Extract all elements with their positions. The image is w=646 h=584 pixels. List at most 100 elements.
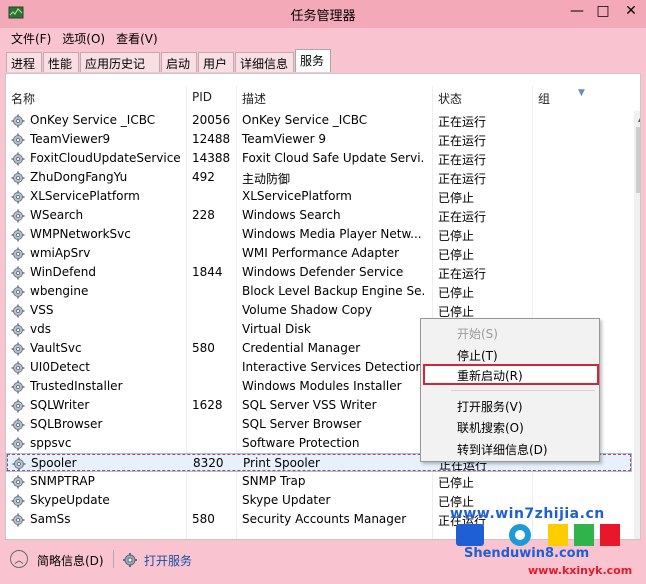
service-status: 正在运行	[438, 267, 487, 281]
service-row[interactable]: WinDefend 1844 Windows Defender Service 正在运…	[6, 263, 632, 282]
service-name: SQLWriter	[30, 398, 90, 412]
menu-item-restart[interactable]: 重新启动(R)	[423, 364, 599, 385]
menu-file[interactable]: 文件(F)	[6, 28, 57, 48]
service-row[interactable]: FoxitCloudUpdateService 14388 Foxit Cloud …	[6, 149, 632, 168]
service-pid: 12488	[192, 132, 231, 146]
service-gear-icon	[11, 513, 25, 527]
service-description: Block Level Backup Engine Se...	[242, 284, 424, 298]
open-services-link[interactable]: 打开服务	[144, 552, 192, 569]
service-name: FoxitCloudUpdateService	[30, 151, 181, 165]
service-description: Virtual Disk	[242, 322, 311, 336]
watermark-logo-icon	[456, 524, 620, 546]
tab-bar: 进程 性能 应用历史记录 启动 用户 详细信息 服务	[0, 48, 646, 88]
service-gear-icon	[11, 228, 25, 242]
services-list-panel: 名称 PID 描述 状态 组 ▼ OnKey Service _ICBC 2005…	[5, 73, 641, 540]
service-name: SQLBrowser	[30, 417, 103, 431]
service-status: 已停止	[438, 191, 475, 205]
service-pid: 228	[192, 208, 215, 222]
close-button[interactable]: ✕	[616, 0, 646, 22]
footer-divider	[113, 550, 114, 568]
service-row[interactable]: OnKey Service _ICBC 20056 OnKey Service _I…	[6, 111, 632, 130]
service-row[interactable]: WMPNetworkSvc Windows Media Player Netw..…	[6, 225, 632, 244]
service-description: Windows Search	[242, 208, 341, 222]
service-gear-icon	[11, 342, 25, 356]
service-status: 正在运行	[438, 115, 487, 129]
service-name: ZhuDongFangYu	[30, 170, 128, 184]
menu-item-stop[interactable]: 停止(T)	[423, 344, 599, 365]
tab-processes[interactable]: 进程	[6, 52, 42, 72]
column-header-name[interactable]: 名称	[11, 90, 35, 107]
service-gear-icon	[12, 457, 26, 471]
vertical-scrollbar[interactable]: ▲	[634, 111, 640, 539]
column-header-pid[interactable]: PID	[192, 90, 212, 104]
service-description: Credential Manager	[242, 341, 361, 355]
service-pid: 580	[192, 512, 215, 526]
service-row[interactable]: wbengine Block Level Backup Engine Se... 已…	[6, 282, 632, 301]
minimize-button[interactable]: —	[564, 0, 590, 22]
service-status: 已停止	[438, 248, 475, 262]
menu-item-open-services[interactable]: 打开服务(V)	[423, 395, 599, 416]
watermark-site: Shenduwin8.com	[464, 546, 590, 561]
watermark-url: www.win7zhijia.cn	[450, 506, 605, 522]
scroll-thumb[interactable]	[636, 127, 640, 193]
window-title: 任务管理器	[290, 9, 356, 24]
service-description: Software Protection	[242, 436, 360, 450]
service-pid: 1844	[192, 265, 223, 279]
service-description: Volume Shadow Copy	[242, 303, 373, 317]
service-description: TeamViewer 9	[242, 132, 326, 146]
tab-services[interactable]: 服务	[295, 49, 331, 72]
service-gear-icon	[11, 266, 25, 280]
service-status: 正在运行	[438, 134, 487, 148]
service-name: sppsvc	[30, 436, 72, 450]
service-name: WSearch	[30, 208, 84, 222]
service-name: VaultSvc	[30, 341, 82, 355]
menu-separator	[451, 390, 595, 391]
service-name: wbengine	[30, 284, 89, 298]
menu-item-start[interactable]: 开始(S)	[423, 322, 599, 343]
service-gear-icon	[11, 361, 25, 375]
menu-item-go-to-details[interactable]: 转到详细信息(D)	[423, 438, 599, 459]
column-header-description[interactable]: 描述	[242, 90, 266, 107]
service-row[interactable]: TeamViewer9 12488 TeamViewer 9 正在运行	[6, 130, 632, 149]
service-description: Windows Media Player Netw...	[242, 227, 422, 241]
service-name: TrustedInstaller	[30, 379, 123, 393]
service-row[interactable]: SNMPTRAP SNMP Trap 已停止	[6, 472, 632, 491]
tab-details[interactable]: 详细信息	[235, 52, 294, 72]
menu-item-search-online[interactable]: 联机搜索(O)	[423, 416, 599, 437]
service-description: SQL Server Browser	[242, 417, 362, 431]
service-description: XLServicePlatform	[242, 189, 352, 203]
service-row[interactable]: WSearch 228 Windows Search 正在运行	[6, 206, 632, 225]
watermark: www.win7zhijia.cn Shenduwin8.com www.kxi…	[446, 500, 644, 582]
service-gear-icon	[11, 323, 25, 337]
service-row[interactable]: XLServicePlatform XLServicePlatform 已停止	[6, 187, 632, 206]
service-status: 已停止	[438, 286, 475, 300]
service-description: Security Accounts Manager	[242, 512, 407, 526]
fewer-details-button[interactable]: 简略信息(D)	[37, 552, 104, 569]
scroll-up-arrow-icon[interactable]: ▲	[634, 111, 640, 125]
column-header-status[interactable]: 状态	[438, 90, 462, 107]
menu-view[interactable]: 查看(V)	[111, 28, 164, 48]
tab-users[interactable]: 用户	[198, 52, 234, 72]
service-gear-icon	[11, 494, 25, 508]
maximize-button[interactable]: □	[590, 0, 616, 22]
tab-performance[interactable]: 性能	[43, 52, 79, 72]
service-status: 正在运行	[438, 210, 487, 224]
watermark-url-secondary: www.kxinyk.com	[528, 564, 633, 577]
service-row[interactable]: wmiApSrv WMI Performance Adapter 已停止	[6, 244, 632, 263]
service-pid: 1628	[192, 398, 223, 412]
tab-app-history[interactable]: 应用历史记录	[80, 52, 160, 88]
service-description: SNMP Trap	[242, 474, 306, 488]
menu-bar: 文件(F) 选项(O) 查看(V)	[0, 28, 646, 48]
service-gear-icon	[11, 209, 25, 223]
title-bar: 任务管理器 — □ ✕	[0, 0, 646, 28]
service-status: 正在运行	[438, 172, 487, 186]
column-header-row: 名称 PID 描述 状态 组 ▼	[6, 74, 636, 110]
service-description: SQL Server VSS Writer	[242, 398, 377, 412]
menu-options[interactable]: 选项(O)	[57, 28, 111, 48]
service-row[interactable]: ZhuDongFangYu 492 主动防御 正在运行	[6, 168, 632, 187]
tab-startup[interactable]: 启动	[161, 52, 197, 72]
service-description: Windows Defender Service	[242, 265, 404, 279]
service-description: Interactive Services Detection	[242, 360, 424, 374]
fewer-details-chevron-up-icon[interactable]: ︿	[10, 550, 28, 568]
column-header-group[interactable]: 组	[538, 90, 550, 107]
